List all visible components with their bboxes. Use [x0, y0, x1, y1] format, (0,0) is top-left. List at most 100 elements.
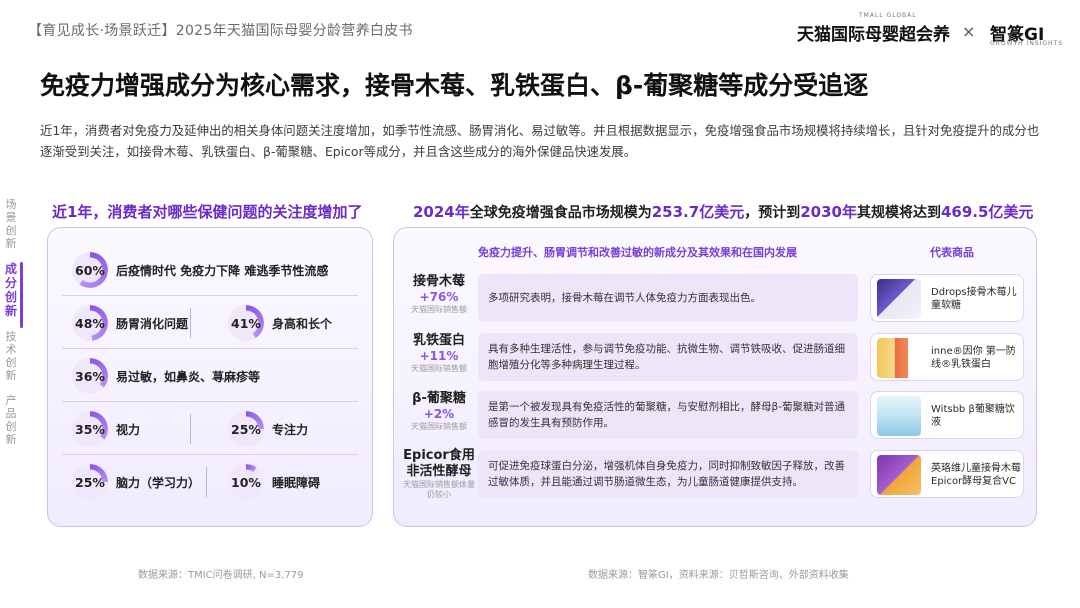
divider [190, 414, 191, 444]
stat-percent: 10% [231, 474, 261, 490]
ingredient-description: 具有多种生理活性，参与调节免疫功能、抗微生物、调节铁吸收、促进肠道细胞增殖分化等… [478, 333, 858, 381]
ingredient-name: 接骨木莓 [412, 274, 465, 289]
percent-ring: 10% [228, 464, 264, 500]
divider [62, 454, 358, 455]
product-image [877, 279, 921, 319]
percent-ring: 48% [72, 305, 108, 341]
stat-item: 36% 易过敏，如鼻炎、荨麻疹等 [72, 358, 260, 394]
divider [62, 295, 358, 296]
intro-paragraph: 近1年，消费者对免疫力及延伸出的相关身体问题关注度增加，如季节性流感、肠胃消化、… [40, 123, 1040, 159]
ingredient-note: 天猫国际销售额体量仍较小 [403, 480, 475, 499]
stat-label: 易过敏，如鼻炎、荨麻疹等 [116, 369, 261, 384]
product-image [877, 338, 921, 378]
product-name: 英珞维儿童接骨木莓Epicor酵母复合VC [931, 463, 1021, 487]
ingredient-name: Epicor食用非活性酵母 [403, 448, 475, 479]
right-panel-heading: 2024年全球免疫增强食品市场规模为253.7亿美元，预计到2030年其规模将达… [413, 201, 1033, 222]
heading-value-2030: 469.5亿美元 [940, 203, 1034, 221]
percent-ring: 60% [72, 252, 108, 288]
heading-year-2030: 2030年 [800, 203, 857, 221]
product-name: Witsbb β葡聚糖饮液 [931, 404, 1015, 428]
ingredient-cell: 乳铁蛋白 +11% 天猫国际销售额 [402, 333, 476, 374]
product-image [877, 455, 921, 495]
concern-stats-panel: 60% 后疫情时代 免疫力下降 难逃季节性流感 48% 肠胃消化问题 41% 身… [47, 227, 373, 527]
page-title: 免疫力增强成分为核心需求，接骨木莓、乳铁蛋白、β-葡聚糖等成分受追逐 [40, 71, 869, 100]
side-nav-item-tech[interactable]: 技术创新 [3, 330, 19, 382]
percent-ring: 25% [228, 411, 264, 447]
stat-item: 25% 脑力（学习力） [72, 464, 200, 500]
product-card[interactable]: 英珞维儿童接骨木莓Epicor酵母复合VC [870, 450, 1024, 498]
product-name: Ddrops接骨木莓儿童软糖 [931, 287, 1017, 311]
tmall-brand-logo: TMALL GLOBAL 天猫国际母婴超会养 [797, 12, 950, 45]
product-card[interactable]: Ddrops接骨木莓儿童软糖 [870, 274, 1024, 322]
stat-item: 25% 专注力 [228, 411, 308, 447]
side-nav-item-product[interactable]: 产品创新 [3, 394, 19, 446]
stat-percent: 36% [75, 368, 105, 384]
side-nav: 场景创新 成分创新 技术创新 产品创新 [3, 198, 21, 458]
stat-label: 后疫情时代 免疫力下降 难逃季节性流感 [116, 263, 329, 278]
side-nav-item-scene[interactable]: 场景创新 [3, 198, 19, 250]
gi-brand-logo: 智篆GI GROWTH INSIGHTS [990, 20, 1062, 47]
stat-label: 睡眠障碍 [272, 475, 321, 490]
side-nav-item-ingredient[interactable]: 成分创新 [3, 262, 19, 318]
ingredient-description: 可促进免疫球蛋白分泌，增强机体自身免疫力，同时抑制致敏因子释放，改善过敏体质，并… [478, 450, 858, 498]
ingredient-growth: +76% [419, 290, 459, 304]
stat-percent: 35% [75, 421, 105, 437]
stat-percent: 25% [75, 474, 105, 490]
side-nav-active-indicator [20, 262, 23, 328]
stat-percent: 41% [231, 315, 261, 331]
brand-separator: × [962, 22, 976, 41]
ingredient-panel: 免疫力提升、肠胃调节和改善过敏的新成分及其效果和在国内发展 代表商品 接骨木莓 … [393, 227, 1037, 527]
ingredient-cell: β-葡聚糖 +2% 天猫国际销售额 [402, 391, 476, 432]
document-title: 【育见成长·场景跃迁】2025年天猫国际母婴分龄营养白皮书 [28, 23, 413, 39]
product-column-heading: 代表商品 [930, 246, 974, 259]
heading-text: 其规模将达到 [856, 205, 941, 221]
ingredient-description: 是第一个被发现具有免疫活性的葡聚糖，与安慰剂相比，酵母β-葡聚糖对普通感冒的发生… [478, 391, 858, 439]
ingredient-name: 乳铁蛋白 [412, 333, 465, 348]
stat-label: 肠胃消化问题 [116, 316, 189, 331]
stat-percent: 25% [231, 421, 261, 437]
product-name: inne®因你 第一防线®乳铁蛋白 [931, 346, 1016, 370]
product-card[interactable]: Witsbb β葡聚糖饮液 [870, 391, 1024, 439]
stat-item: 41% 身高和长个 [228, 305, 332, 341]
ingredient-name: β-葡聚糖 [412, 391, 466, 406]
stat-item: 10% 睡眠障碍 [228, 464, 320, 500]
right-source-note: 数据来源：智篆GI，资料来源：贝哲斯咨询、外部资料收集 [588, 570, 849, 581]
stat-percent: 48% [75, 315, 105, 331]
ingredient-cell: Epicor食用非活性酵母 天猫国际销售额体量仍较小 [402, 448, 476, 500]
left-panel-heading: 近1年，消费者对哪些保健问题的关注度增加了 [52, 203, 363, 221]
percent-ring: 25% [72, 464, 108, 500]
ingredient-table-heading: 免疫力提升、肠胃调节和改善过敏的新成分及其效果和在国内发展 [478, 246, 797, 259]
stat-label: 脑力（学习力） [116, 475, 201, 490]
stat-label: 身高和长个 [272, 316, 333, 331]
heading-year-2024: 2024年 [413, 203, 470, 221]
divider [190, 308, 191, 338]
divider [62, 401, 358, 402]
percent-ring: 36% [72, 358, 108, 394]
heading-text: 全球免疫增强食品市场规模为 [469, 205, 652, 221]
ingredient-growth: +11% [419, 349, 459, 363]
tmall-brand-text: 天猫国际母婴超会养 [797, 25, 950, 45]
stat-item: 35% 视力 [72, 411, 140, 447]
ingredient-cell: 接骨木莓 +76% 天猫国际销售额 [402, 274, 476, 315]
product-image [877, 396, 921, 436]
gi-brand-small: GROWTH INSIGHTS [990, 40, 1064, 47]
product-card[interactable]: inne®因你 第一防线®乳铁蛋白 [870, 333, 1024, 381]
stat-label: 视力 [116, 422, 141, 437]
tmall-brand-small: TMALL GLOBAL [859, 12, 917, 19]
ingredient-note: 天猫国际销售额 [411, 305, 467, 314]
ingredient-description: 多项研究表明，接骨木莓在调节人体免疫力方面表现出色。 [478, 274, 858, 322]
stat-item: 48% 肠胃消化问题 [72, 305, 188, 341]
stat-label: 专注力 [272, 422, 309, 437]
ingredient-growth: +2% [423, 407, 455, 421]
percent-ring: 35% [72, 411, 108, 447]
heading-text: ，预计到 [744, 205, 801, 221]
stat-item: 60% 后疫情时代 免疫力下降 难逃季节性流感 [72, 252, 328, 288]
ingredient-note: 天猫国际销售额 [411, 364, 467, 373]
divider [62, 348, 358, 349]
divider [206, 467, 207, 497]
ingredient-note: 天猫国际销售额 [411, 422, 467, 431]
heading-value-2024: 253.7亿美元 [651, 203, 745, 221]
left-source-note: 数据来源：TMIC问卷调研, N=3,779 [138, 570, 304, 581]
stat-percent: 60% [75, 262, 105, 278]
percent-ring: 41% [228, 305, 264, 341]
